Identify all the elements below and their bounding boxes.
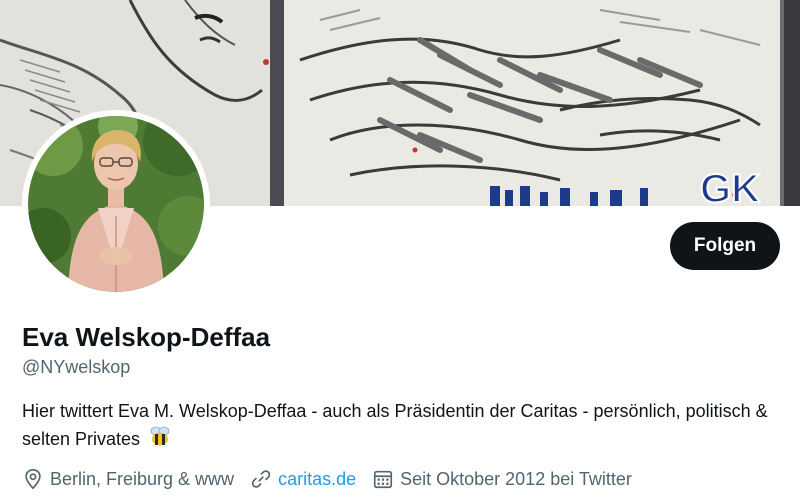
meta-location: Berlin, Freiburg & www bbox=[22, 468, 234, 490]
calendar-icon bbox=[374, 470, 393, 489]
location-pin-icon bbox=[25, 469, 41, 490]
profile-handle: @NYwelskop bbox=[22, 357, 131, 377]
profile-name: Eva Welskop-Deffaa bbox=[22, 322, 271, 352]
bio-text: Hier twittert Eva M. Welskop-Deffaa - au… bbox=[22, 401, 768, 449]
profile-bio: Hier twittert Eva M. Welskop-Deffaa - au… bbox=[22, 398, 792, 455]
profile-meta: Berlin, Freiburg & www caritas.de Seit O… bbox=[22, 466, 648, 492]
follow-button[interactable]: Folgen bbox=[670, 222, 780, 270]
avatar-photo bbox=[28, 116, 204, 292]
joined-text: Seit Oktober 2012 bei Twitter bbox=[400, 468, 632, 489]
banner-graffiti-text: GK bbox=[700, 167, 760, 206]
bee-emoji-icon bbox=[149, 425, 171, 455]
meta-website: caritas.de bbox=[250, 468, 356, 490]
location-text: Berlin, Freiburg & www bbox=[50, 468, 235, 489]
meta-joined: Seit Oktober 2012 bei Twitter bbox=[372, 468, 632, 490]
link-icon bbox=[251, 470, 271, 488]
avatar[interactable] bbox=[22, 110, 210, 298]
website-link[interactable]: caritas.de bbox=[278, 469, 356, 490]
